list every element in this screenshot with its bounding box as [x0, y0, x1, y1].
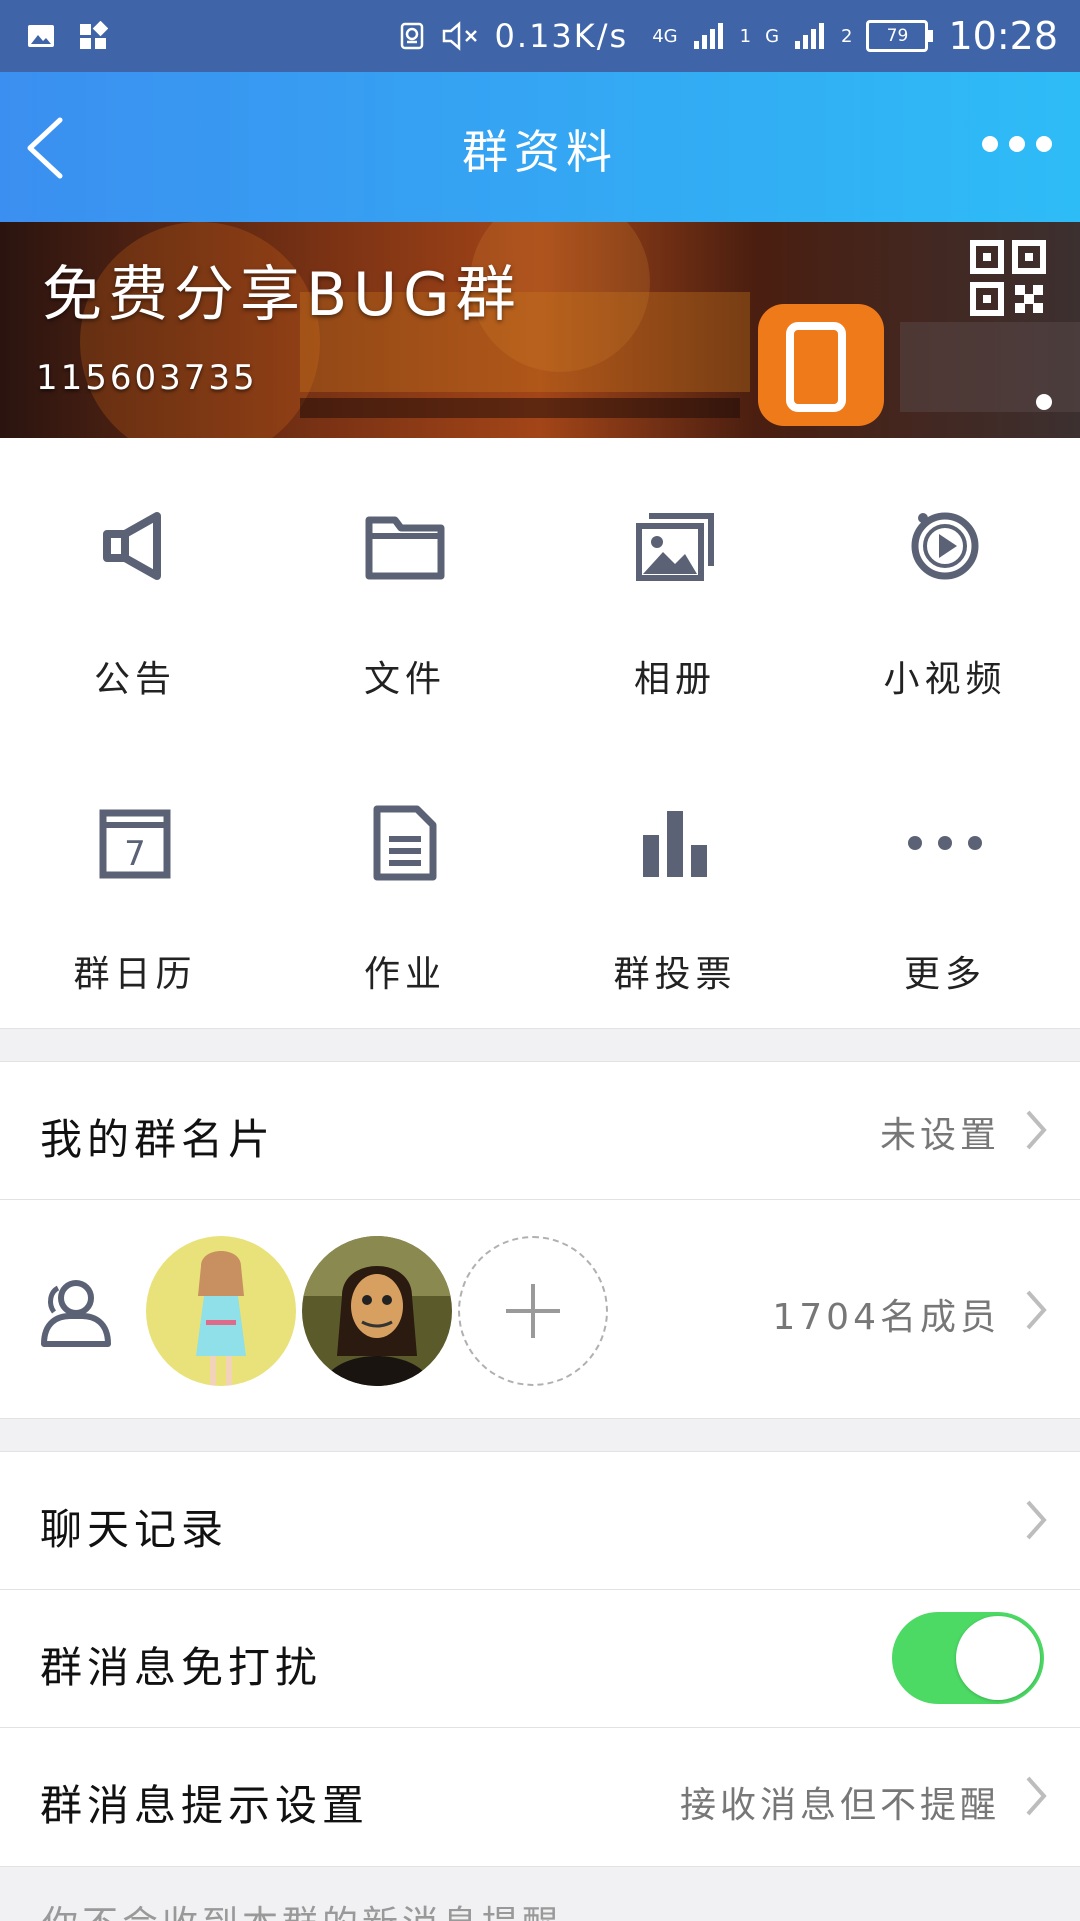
short-video-label: 小视频: [883, 659, 1007, 700]
homework-entry[interactable]: 作业: [270, 733, 540, 1028]
group-id: 115603735: [36, 358, 258, 398]
video-play-icon: [911, 512, 979, 580]
chevron-right-icon: [1026, 1776, 1047, 1816]
mute-toggle[interactable]: [892, 1612, 1044, 1704]
sim2-label: 2: [841, 25, 853, 47]
chat-history-row[interactable]: 聊天记录: [0, 1452, 1080, 1589]
battery-icon: 79: [866, 20, 934, 52]
section-separator: [0, 1028, 1080, 1062]
chevron-right-icon: [1026, 1290, 1047, 1330]
group-function-grid: 公告 文件 相册 小视频 7 群日历 作业 群投票 更多: [0, 438, 1080, 1028]
vote-label: 群投票: [613, 954, 737, 995]
page-title: 群资料: [462, 125, 618, 179]
svg-text:7: 7: [124, 834, 146, 874]
group-name: 免费分享BUG群: [42, 260, 522, 330]
battery-level: 79: [886, 26, 909, 46]
more-label: 更多: [903, 954, 986, 995]
member-avatar-image: [146, 1236, 296, 1386]
mute-row: 群消息免打扰: [0, 1590, 1080, 1727]
notify-settings-label: 群消息提示设置: [40, 1781, 370, 1830]
members-row[interactable]: 1704名成员: [0, 1200, 1080, 1418]
album-label: 相册: [633, 659, 716, 700]
banner-page-indicator: [1036, 394, 1052, 410]
chat-history-label: 聊天记录: [40, 1505, 229, 1554]
notify-settings-value: 接收消息但不提醒: [679, 1785, 1000, 1826]
footer-note-text: 你不会收到本群的新消息提醒: [42, 1895, 562, 1921]
apps-icon: [80, 21, 108, 49]
signal-icon: [693, 23, 723, 49]
mute-icon: [442, 21, 477, 51]
member-avatar-image: [302, 1236, 452, 1386]
notify-settings-row[interactable]: 群消息提示设置 接收消息但不提醒: [0, 1728, 1080, 1865]
member-avatar[interactable]: [302, 1236, 452, 1386]
sim1-label: 1: [739, 25, 752, 47]
title-bar: 群资料: [0, 72, 1080, 222]
calendar-icon: 7: [99, 809, 171, 879]
calendar-entry[interactable]: 7 群日历: [0, 733, 270, 1028]
nfc-icon: [400, 22, 423, 50]
files-label: 文件: [363, 659, 446, 700]
folder-icon: [365, 516, 445, 580]
announcement-entry[interactable]: 公告: [0, 438, 270, 733]
mute-label: 群消息免打扰: [40, 1643, 323, 1692]
member-avatar[interactable]: [146, 1236, 296, 1386]
my-group-card-row[interactable]: 我的群名片 未设置: [0, 1062, 1080, 1198]
qr-code-icon[interactable]: [970, 240, 1046, 316]
vote-entry[interactable]: 群投票: [540, 733, 810, 1028]
chevron-right-icon: [1026, 1500, 1047, 1540]
network-speed: 0.13K/s: [494, 17, 629, 55]
document-icon: [373, 805, 437, 881]
files-entry[interactable]: 文件: [270, 438, 540, 733]
my-group-card-label: 我的群名片: [40, 1115, 276, 1164]
more-entry[interactable]: 更多: [810, 733, 1080, 1028]
bar-chart-icon: [643, 811, 707, 877]
member-count: 1704名成员: [772, 1297, 1000, 1338]
members-icon: [41, 1280, 111, 1347]
network-type: 4G: [652, 25, 678, 47]
album-entry[interactable]: 相册: [540, 438, 810, 733]
announcement-label: 公告: [93, 659, 176, 700]
photo-album-icon: [636, 513, 714, 581]
add-member-button[interactable]: [458, 1236, 608, 1386]
megaphone-icon: [103, 512, 161, 580]
more-menu-icon[interactable]: [980, 132, 1054, 156]
toggle-knob: [956, 1616, 1040, 1700]
calendar-label: 群日历: [73, 954, 197, 995]
plus-icon: [506, 1284, 560, 1338]
chevron-right-icon: [1026, 1110, 1047, 1150]
more-dots-icon: [908, 836, 982, 850]
status-bar: 0.13K/s 4G 1 G 2 79 10:28: [0, 0, 1080, 72]
section-separator: [0, 1418, 1080, 1452]
sim2-type: G: [765, 25, 780, 47]
homework-label: 作业: [363, 954, 446, 995]
footer-note: 你不会收到本群的新消息提醒: [0, 1866, 1080, 1921]
short-video-entry[interactable]: 小视频: [810, 438, 1080, 733]
my-group-card-value: 未设置: [879, 1115, 1000, 1156]
image-icon: [28, 25, 54, 47]
signal-icon: [795, 23, 825, 49]
group-banner[interactable]: 免费分享BUG群 115603735: [0, 222, 1080, 438]
clock: 10:28: [948, 14, 1058, 58]
